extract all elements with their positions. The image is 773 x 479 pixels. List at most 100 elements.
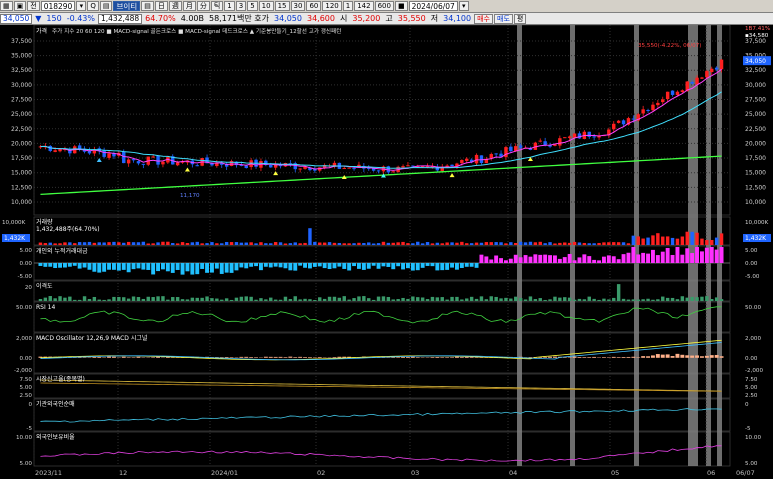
toolbar-item-23[interactable]: 142 [354,1,374,11]
candle-body [58,148,62,152]
candle-body [406,165,410,167]
price-top-right-2: ▪34,580 [745,33,769,39]
period-highlight-3 [688,25,698,466]
flow-bar [72,263,77,266]
flow-bar [352,263,357,267]
toolbar-item-18[interactable]: 15 [274,1,290,11]
macd-osc-bar [445,357,450,358]
toolbar-item-14[interactable]: 1 [224,1,235,11]
volume-bar [357,242,361,245]
quote-change-arrow: ▼ [35,14,42,23]
flow-bar [587,256,592,263]
volume-bar [665,236,670,245]
disparity-bar [327,296,332,301]
disparity-bar [710,299,714,301]
macd-osc-bar [474,357,479,358]
toolbar-item-3[interactable]: 018290 [40,1,76,11]
candle-body [126,159,131,164]
disparity-bar [396,299,400,301]
candle-body [401,166,405,168]
flow-bar [548,255,553,263]
toolbar-item-19[interactable]: 30 [290,1,306,11]
toolbar-item-1[interactable]: ▣ [13,1,27,11]
toolbar-item-11[interactable]: 月 [182,1,196,11]
flow-bar [562,257,567,263]
toolbar-item-2[interactable]: 전 [27,1,40,11]
toolbar-item-26[interactable]: 2024/06/07 [408,1,458,11]
buy-button[interactable]: 매수 [474,13,493,24]
toolbar-item-25[interactable]: ■ [394,1,408,11]
toolbar-item-8[interactable]: ▤ [141,1,154,11]
eval-button[interactable]: 평 [513,13,527,24]
volume-bar [327,242,332,245]
disparity-bar [73,299,77,301]
flow-bar [43,263,48,267]
flow-bar [685,248,690,263]
candle-body [587,131,591,137]
candle-body [675,91,680,96]
volume-bar [504,243,508,245]
flow-bar [107,263,112,270]
flow-bar [680,254,685,263]
chart-svg[interactable]: 2023/11 12 2024/01 02 03 04 05 06 06/07 37,500 37,… [0,24,773,479]
toolbar-item-5[interactable]: Q [87,1,99,11]
disparity-bar [661,296,665,301]
toolbar-item-17[interactable]: 10 [258,1,274,11]
candle-body [107,153,111,158]
volume-bar [621,242,626,245]
disparity-bar [97,299,101,301]
disparity-bar [675,299,680,301]
toolbar-item-6[interactable]: ▤ [99,1,113,11]
disparity-bar [264,299,268,301]
toolbar-item-12[interactable]: 分 [196,1,210,11]
flow-bar [508,258,513,263]
macd-osc-bar [244,356,249,358]
macd-osc-bar [229,357,234,358]
flow-bar [719,247,724,263]
macd-osc-bar [464,356,469,358]
toolbar-item-4[interactable]: ▾ [76,1,87,11]
volume-bar [82,242,87,245]
volume-bar [171,243,175,245]
macd-osc-bar [121,356,126,358]
volume-bar [636,236,640,245]
flow-bar [283,263,288,269]
macd-osc-bar [621,357,626,358]
sell-button[interactable]: 매도 [494,13,513,24]
candle-body [445,165,449,167]
toolbar-item-7[interactable]: 브이티 [113,1,141,11]
toolbar-item-13[interactable]: 틱 [210,1,224,11]
toolbar-item-15[interactable]: 3 [235,1,247,11]
candle-body [136,161,141,164]
candle-body [690,82,694,84]
disparity-bar [597,299,601,301]
toolbar-item-21[interactable]: 120 [322,1,342,11]
sub1-tick-left: 2.50 [20,393,33,399]
volume-bar [210,242,214,245]
toolbar-item-0[interactable]: ▦ [0,1,13,11]
disparity-bar [352,298,356,301]
flow-bar [464,263,469,267]
volume-bar [553,243,557,245]
chart-area[interactable]: 2023/11 12 2024/01 02 03 04 05 06 06/07 37,500 37,… [0,24,773,479]
flow-bar [190,263,195,275]
toolbar-item-22[interactable]: 1 [342,1,354,11]
macd-osc-bar [709,355,714,358]
toolbar-item-10[interactable]: 週 [168,1,182,11]
disparity-bar [151,297,155,301]
toolbar-item-16[interactable]: 5 [247,1,258,11]
toolbar-item-24[interactable]: 600 [374,1,394,11]
sub3-tick-right: 10.00 [745,435,761,441]
sub2-title: 기관외국인순매 [36,400,75,408]
macd-osc-bar [332,357,337,358]
macd-osc-bar [626,356,631,358]
panel-frame-price [33,24,731,216]
price-top-right-1: 1B7.41% [745,26,770,32]
toolbar-item-9[interactable]: 日 [154,1,168,11]
flow-title: 개인외 누적거래대금 [36,247,88,255]
disparity-bar [381,296,386,301]
disparity-bar [278,299,283,301]
toolbar-item-27[interactable]: ▾ [458,1,469,11]
toolbar-item-20[interactable]: 60 [306,1,322,11]
flow-bar [209,263,214,273]
